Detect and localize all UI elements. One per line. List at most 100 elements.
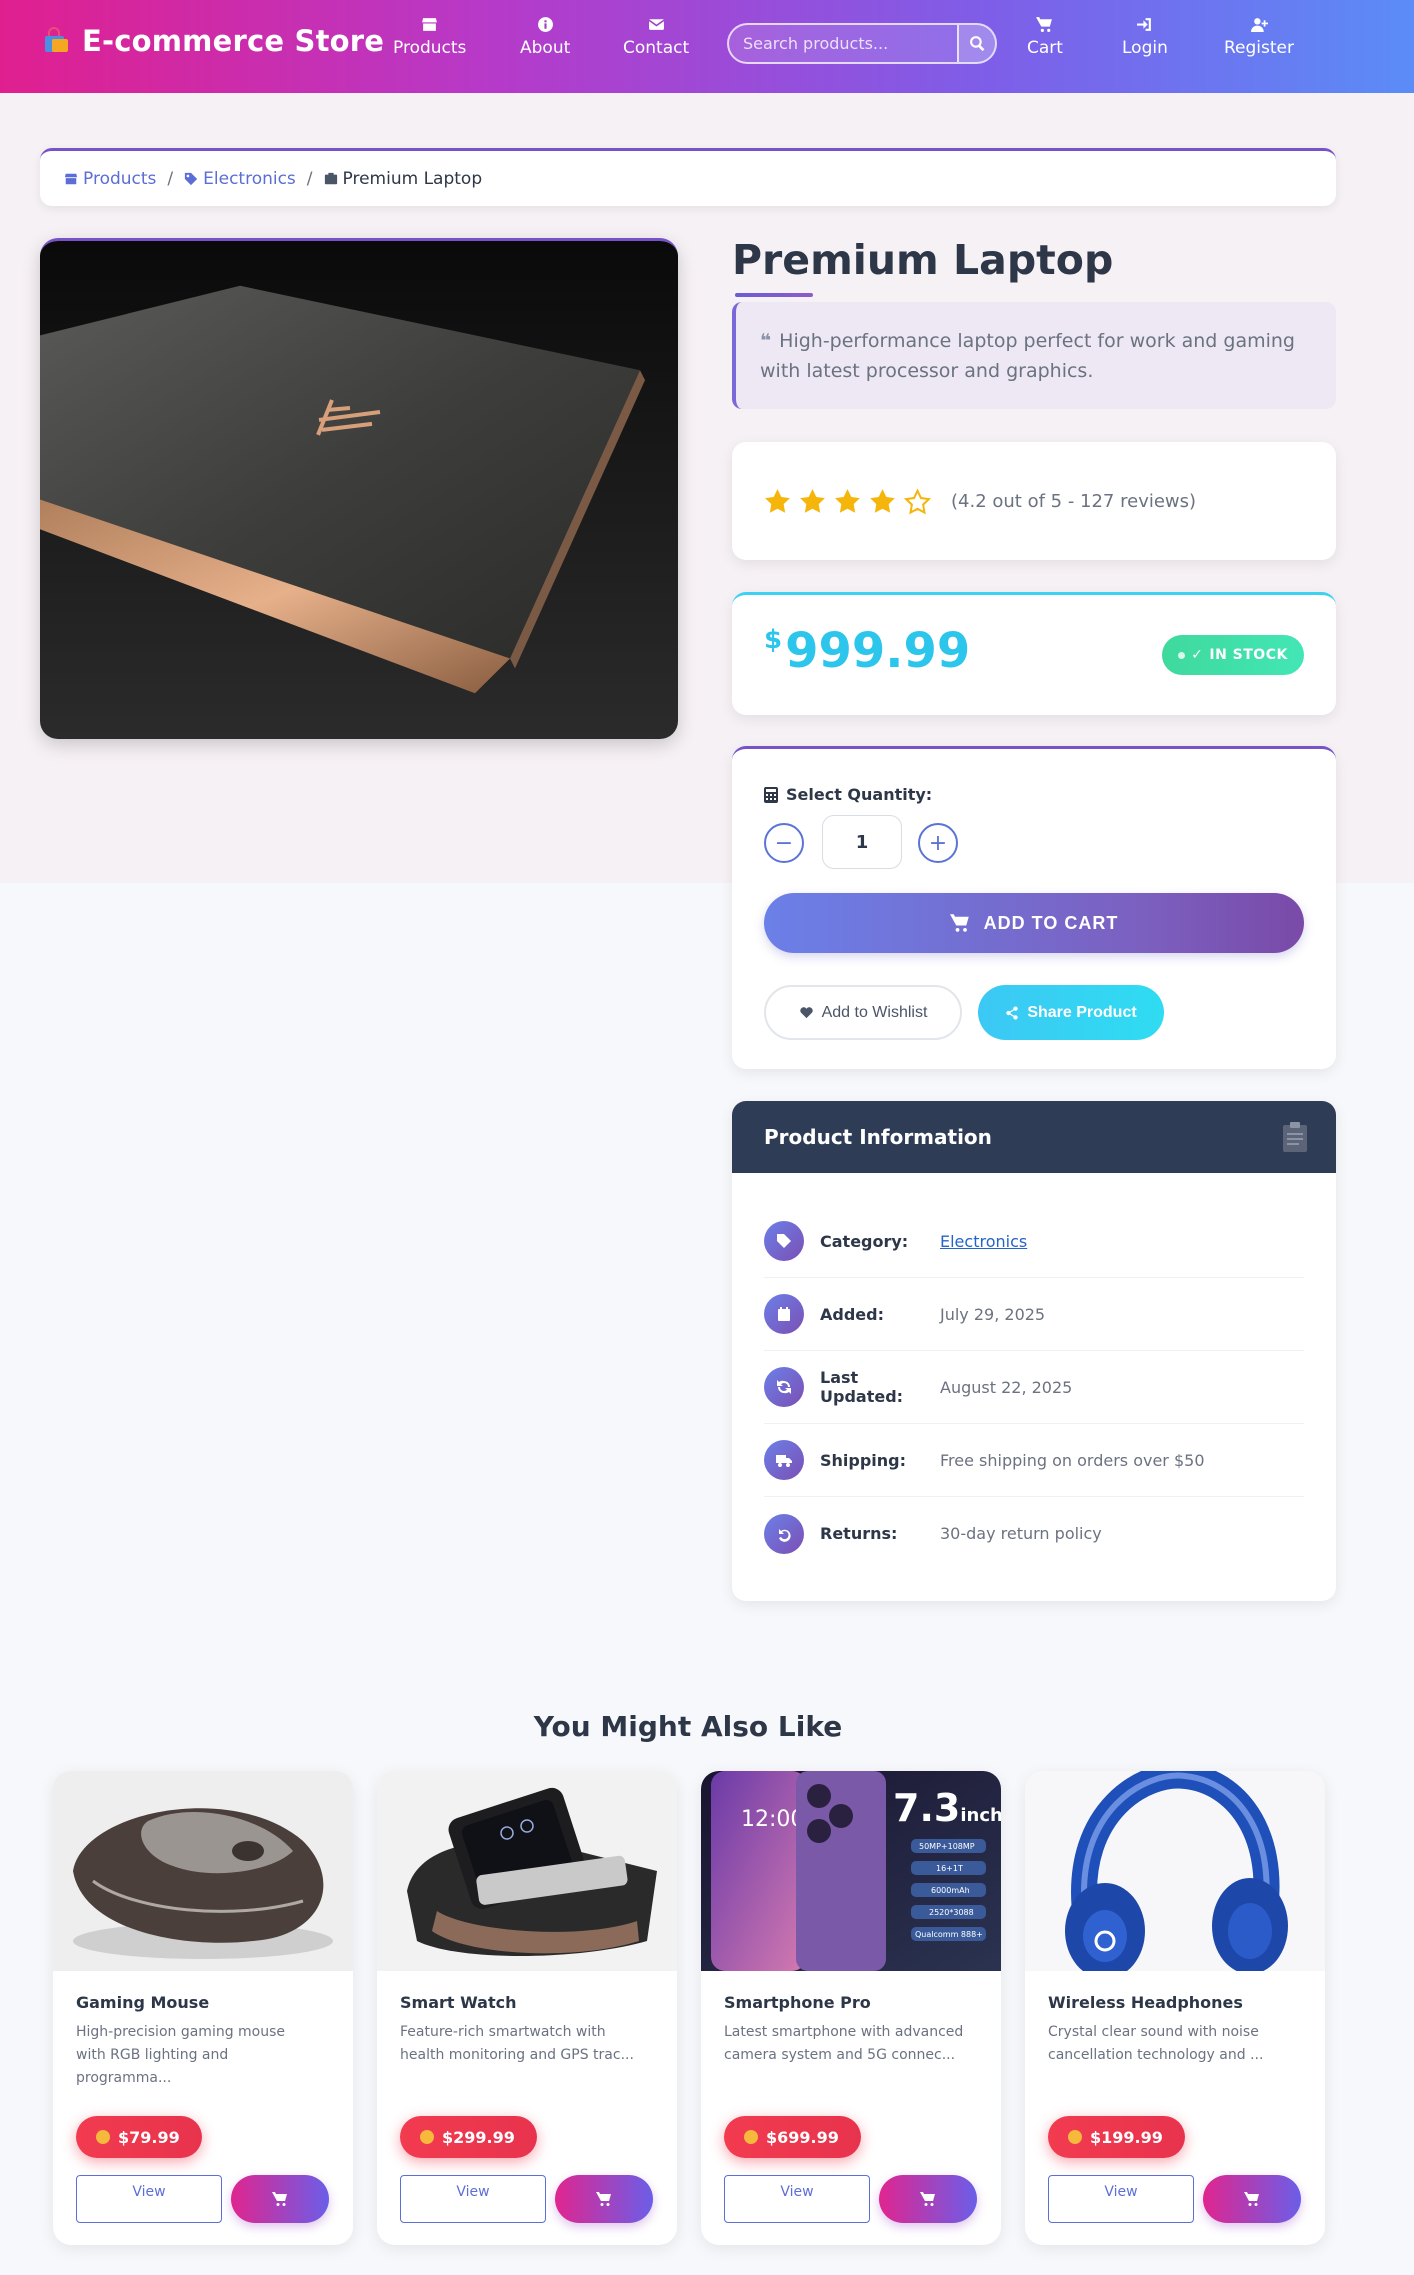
product-image <box>40 238 678 739</box>
phone-time: 12:00 <box>741 1807 804 1832</box>
info-value: Free shipping on orders over $50 <box>940 1450 1205 1470</box>
recommendations-title: You Might Also Like <box>533 1710 843 1743</box>
product-card-smartphone-pro[interactable]: 12:00 7.3inch 50MP+108MP 16+1T 6000mAh 2… <box>701 1771 1001 2245</box>
product-card-desc: Feature-rich smartwatch with health moni… <box>400 2024 634 2063</box>
product-card-name: Smart Watch <box>400 1993 517 2012</box>
breadcrumb-products[interactable]: Products <box>64 169 156 189</box>
share-product-button[interactable]: Share Product <box>978 985 1164 1040</box>
product-card-image <box>1025 1771 1325 1971</box>
price-currency: $ <box>764 625 783 655</box>
user-plus-icon <box>1250 18 1268 32</box>
truck-icon <box>764 1440 804 1480</box>
product-card-name: Smartphone Pro <box>724 1993 871 2012</box>
nav-contact[interactable]: Contact <box>623 16 689 58</box>
spec-storage: 16+1T <box>936 1864 963 1873</box>
nav-about-label: About <box>520 38 571 58</box>
nav-cart-label: Cart <box>1027 38 1063 58</box>
calendar-icon <box>764 1294 804 1334</box>
store-icon <box>64 173 78 184</box>
product-card-price: $299.99 <box>400 2116 537 2158</box>
product-description: ❝ High-performance laptop perfect for wor… <box>732 302 1336 409</box>
star-full-icon <box>800 488 825 513</box>
add-to-cart-label: ADD TO CART <box>983 912 1119 933</box>
money-bag-icon <box>96 2130 110 2144</box>
quantity-label-text: Select Quantity: <box>786 785 933 804</box>
plus-icon: + <box>928 830 948 856</box>
breadcrumb-separator: / <box>306 168 313 189</box>
product-card-price-text: $699.99 <box>766 2127 839 2147</box>
nav-login-label: Login <box>1122 38 1168 58</box>
product-card-price-text: $199.99 <box>1090 2127 1163 2147</box>
star-full-icon <box>765 488 790 513</box>
quick-add-cart-button[interactable] <box>231 2175 329 2223</box>
info-row-added: Added: July 29, 2025 <box>764 1278 1304 1351</box>
star-full-icon <box>870 488 895 513</box>
product-card-gaming-mouse[interactable]: Gaming Mouse High-precision gaming mouse… <box>53 1771 353 2245</box>
info-key: Last Updated: <box>820 1368 904 1406</box>
heart-icon <box>799 1007 813 1019</box>
money-bag-icon <box>1068 2130 1082 2144</box>
watch-image <box>377 1771 677 1971</box>
quote-icon: ❝ <box>760 330 772 352</box>
view-button[interactable]: View <box>76 2175 222 2223</box>
navbar: E-commerce Store Products About Contact … <box>0 0 1414 93</box>
quantity-increase-button[interactable]: + <box>918 823 958 863</box>
view-button[interactable]: View <box>724 2175 870 2223</box>
brand[interactable]: E-commerce Store <box>42 24 384 58</box>
cart-icon <box>1244 2192 1259 2206</box>
mouse-image <box>53 1771 353 1971</box>
quantity-decrease-button[interactable]: − <box>764 823 804 863</box>
quantity-input[interactable] <box>822 815 902 869</box>
product-card-image <box>377 1771 677 1971</box>
info-value: 30-day return policy <box>940 1524 1102 1543</box>
view-button[interactable]: View <box>1048 2175 1194 2223</box>
info-row-returns: Returns: 30-day return policy <box>764 1497 1304 1570</box>
spec-battery: 6000mAh <box>931 1886 970 1895</box>
tag-icon <box>185 172 198 185</box>
product-title: Premium Laptop <box>732 236 1114 284</box>
product-card-smart-watch[interactable]: Smart Watch Feature-rich smartwatch with… <box>377 1771 677 2245</box>
nav-products[interactable]: Products <box>393 16 466 58</box>
breadcrumb-category[interactable]: Electronics <box>184 169 296 189</box>
info-key: Category: <box>820 1231 909 1251</box>
nav-login[interactable]: Login <box>1122 16 1168 58</box>
product-card-desc: Crystal clear sound with noise cancellat… <box>1048 2024 1264 2063</box>
add-to-cart-button[interactable]: ADD TO CART <box>764 893 1304 953</box>
login-icon <box>1137 18 1152 31</box>
info-key: Returns: <box>820 1524 898 1543</box>
search-button[interactable] <box>957 25 995 62</box>
tag-icon <box>764 1221 804 1261</box>
quick-add-cart-button[interactable] <box>879 2175 977 2223</box>
product-card-image <box>53 1771 353 1971</box>
product-card-wireless-headphones[interactable]: Wireless Headphones Crystal clear sound … <box>1025 1771 1325 2245</box>
star-empty-icon <box>904 487 931 514</box>
brand-name: E-commerce Store <box>82 24 385 58</box>
quick-add-cart-button[interactable] <box>1203 2175 1301 2223</box>
breadcrumb-products-label: Products <box>83 168 157 189</box>
product-card-price: $199.99 <box>1048 2116 1185 2158</box>
share-label: Share Product <box>1027 1003 1137 1021</box>
category-link[interactable]: Electronics <box>940 1232 1027 1251</box>
product-card-desc: High-precision gaming mouse with RGB lig… <box>76 2024 286 2086</box>
add-to-wishlist-button[interactable]: Add to Wishlist <box>764 985 962 1040</box>
nav-register[interactable]: Register <box>1224 16 1294 58</box>
product-card-desc: Latest smartphone with advanced camera s… <box>724 2024 964 2063</box>
view-button[interactable]: View <box>400 2175 546 2223</box>
product-card-name: Wireless Headphones <box>1048 1993 1243 2012</box>
money-bag-icon <box>744 2130 758 2144</box>
info-row-shipping: Shipping: Free shipping on orders over $… <box>764 1424 1304 1497</box>
rating-text: (4.2 out of 5 - 127 reviews) <box>951 490 1197 512</box>
spec-camera: 50MP+108MP <box>919 1842 975 1851</box>
breadcrumb-category-label: Electronics <box>203 168 296 189</box>
breadcrumb-current-label: Premium Laptop <box>342 168 483 189</box>
cart-icon <box>272 2192 287 2206</box>
nav-about[interactable]: About <box>520 16 570 58</box>
nav-cart[interactable]: Cart <box>1027 16 1063 58</box>
search-input[interactable] <box>729 25 957 62</box>
share-icon <box>1006 1005 1018 1020</box>
product-price: $ 999.99 <box>764 623 970 679</box>
quick-add-cart-button[interactable] <box>555 2175 653 2223</box>
cart-icon <box>1036 17 1053 32</box>
info-row-updated: Last Updated: August 22, 2025 <box>764 1351 1304 1424</box>
nav-contact-label: Contact <box>623 38 690 58</box>
